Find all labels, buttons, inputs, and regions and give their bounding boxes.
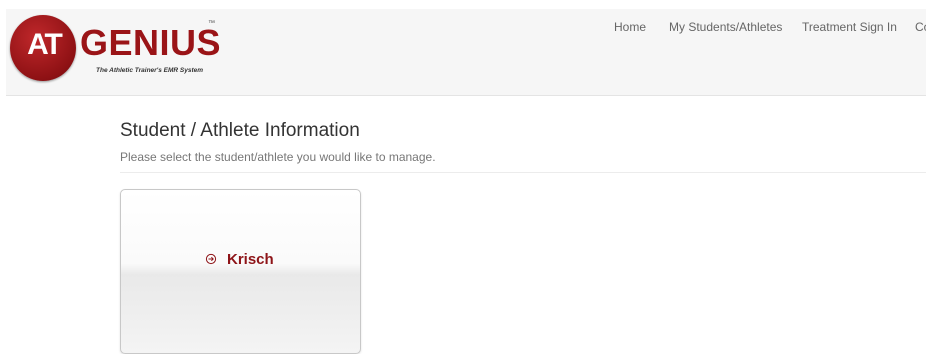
logo-mark: AT (27, 28, 63, 61)
nav-my-students-athletes[interactable]: My Students/Athletes (669, 20, 782, 34)
student-card-krisch[interactable]: Krisch (120, 189, 361, 354)
logo-trademark: ™ (208, 20, 215, 27)
at-genius-logo[interactable]: AT GENIUS ™ The Athletic Trainer's EMR S… (10, 13, 225, 87)
nav-home[interactable]: Home (614, 20, 646, 34)
section-divider (120, 172, 926, 173)
nav-contact[interactable]: Cor (915, 20, 926, 34)
logo-tagline: The Athletic Trainer's EMR System (96, 67, 204, 74)
student-card-label: Krisch (227, 251, 274, 268)
nav-treatment-sign-in[interactable]: Treatment Sign In (802, 20, 897, 34)
site-header: AT GENIUS ™ The Athletic Trainer's EMR S… (6, 9, 926, 96)
page-subtitle: Please select the student/athlete you wo… (120, 150, 436, 164)
arrow-circle-right-icon (205, 253, 217, 265)
logo-word: GENIUS (80, 22, 222, 63)
page-title: Student / Athlete Information (120, 120, 360, 141)
